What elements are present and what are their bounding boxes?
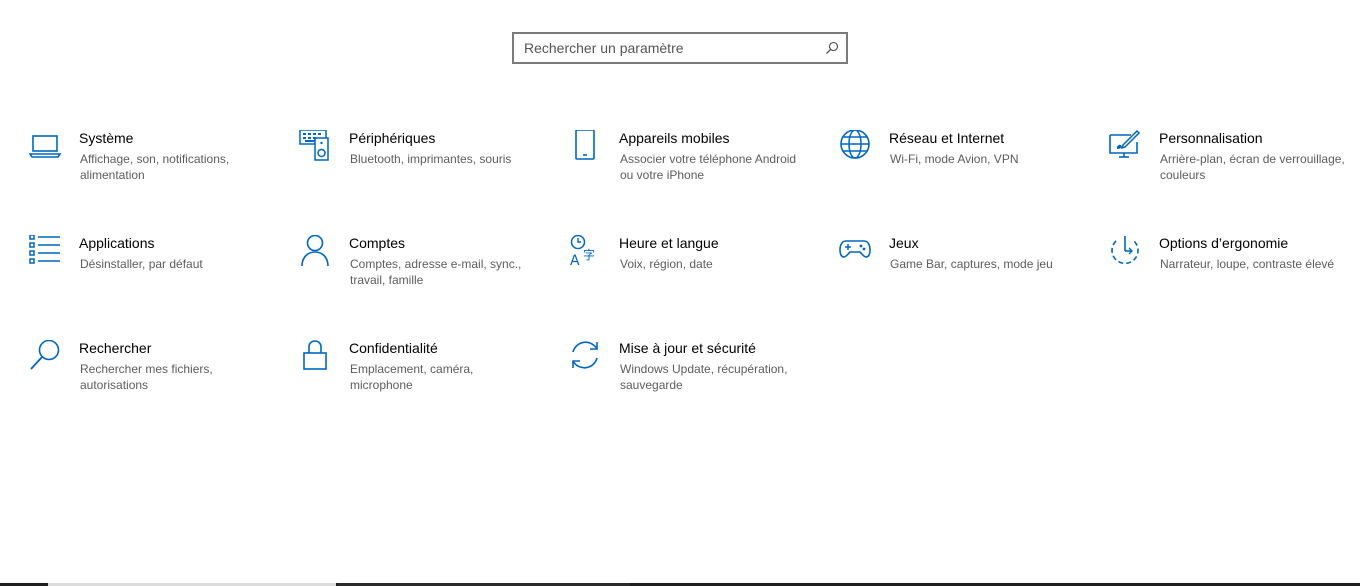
- tile-description: Narrateur, loupe, contraste élevé: [1160, 257, 1335, 271]
- tile-title: Rechercher: [79, 340, 152, 356]
- tile-systeme[interactable]: Système Affichage, son, notifications, a…: [29, 130, 279, 210]
- svg-text:A: A: [570, 253, 580, 269]
- paint-icon: [1109, 130, 1143, 164]
- tile-title: Réseau et Internet: [889, 130, 1005, 146]
- settings-home: Système Affichage, son, notifications, a…: [0, 0, 1360, 586]
- tile-applications[interactable]: Applications Désinstaller, par défaut: [29, 235, 279, 315]
- tile-description: Comptes, adresse e-mail, sync., travail,…: [350, 257, 522, 287]
- lock-icon: [299, 340, 333, 374]
- tile-description: Bluetooth, imprimantes, souris: [350, 152, 512, 166]
- tile-title: Jeux: [889, 235, 919, 251]
- gamepad-icon: [839, 235, 873, 269]
- tile-description: Game Bar, captures, mode jeu: [890, 257, 1053, 271]
- tile-title: Système: [79, 130, 134, 146]
- devices-icon: [299, 130, 333, 164]
- tile-description: Rechercher mes fichiers, autorisations: [80, 362, 213, 392]
- magnifier-icon: [29, 340, 63, 374]
- time-language-icon: A字: [569, 235, 603, 269]
- tile-title: Heure et langue: [619, 235, 719, 251]
- globe-icon: [839, 130, 873, 164]
- tile-description: Arrière-plan, écran de verrouillage, cou…: [1160, 152, 1345, 182]
- tile-rechercher[interactable]: Rechercher Rechercher mes fichiers, auto…: [29, 340, 279, 420]
- tile-reseau-internet[interactable]: Réseau et Internet Wi-Fi, mode Avion, VP…: [839, 130, 1089, 210]
- tile-title: Appareils mobiles: [619, 130, 730, 146]
- tile-description: Emplacement, caméra, microphone: [350, 362, 474, 392]
- tile-description: Affichage, son, notifications, alimentat…: [80, 152, 230, 182]
- laptop-icon: [29, 130, 63, 164]
- apps-list-icon: [29, 235, 63, 269]
- tile-title: Options d’ergonomie: [1159, 235, 1289, 251]
- tile-confidentialite[interactable]: Confidentialité Emplacement, caméra, mic…: [299, 340, 549, 420]
- tile-comptes[interactable]: Comptes Comptes, adresse e-mail, sync., …: [299, 235, 549, 315]
- tile-title: Confidentialité: [349, 340, 438, 356]
- phone-icon: [569, 130, 603, 164]
- tile-title: Comptes: [349, 235, 406, 251]
- tile-options-ergonomie[interactable]: Options d’ergonomie Narrateur, loupe, co…: [1109, 235, 1359, 315]
- tile-description: Associer votre téléphone Android ou votr…: [620, 152, 797, 182]
- search-icon[interactable]: [818, 34, 846, 62]
- tile-personnalisation[interactable]: Personnalisation Arrière-plan, écran de …: [1109, 130, 1359, 210]
- tile-mise-a-jour-securite[interactable]: Mise à jour et sécurité Windows Update, …: [569, 340, 819, 420]
- tile-description: Wi-Fi, mode Avion, VPN: [890, 152, 1019, 166]
- tile-description: Désinstaller, par défaut: [80, 257, 203, 271]
- tile-title: Applications: [79, 235, 155, 251]
- search-input[interactable]: [514, 34, 818, 62]
- person-icon: [299, 235, 333, 269]
- tile-title: Personnalisation: [1159, 130, 1263, 146]
- tile-title: Mise à jour et sécurité: [619, 340, 756, 356]
- tile-appareils-mobiles[interactable]: Appareils mobiles Associer votre télépho…: [569, 130, 819, 210]
- ease-of-access-icon: [1109, 235, 1143, 269]
- tile-title: Périphériques: [349, 130, 436, 146]
- tile-peripheriques[interactable]: Périphériques Bluetooth, imprimantes, so…: [299, 130, 549, 210]
- search-box[interactable]: [512, 32, 848, 64]
- tile-heure-langue[interactable]: A字 Heure et langue Voix, région, date: [569, 235, 819, 315]
- tile-description: Voix, région, date: [620, 257, 713, 271]
- svg-text:字: 字: [583, 247, 595, 262]
- update-icon: [569, 340, 603, 374]
- tile-description: Windows Update, récupération, sauvegarde: [620, 362, 788, 392]
- tile-jeux[interactable]: Jeux Game Bar, captures, mode jeu: [839, 235, 1089, 315]
